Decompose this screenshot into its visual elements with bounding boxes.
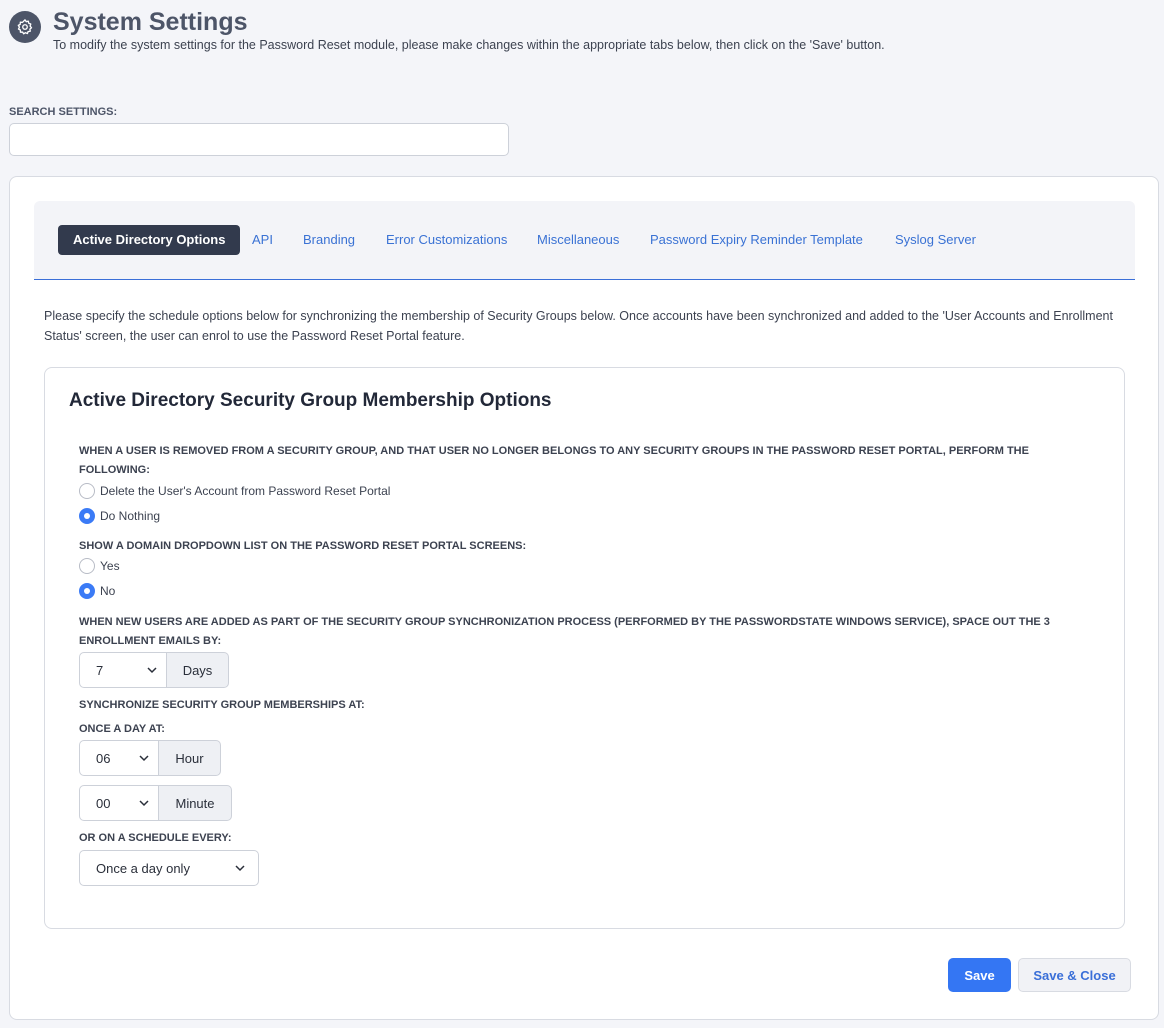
select-value: 00 bbox=[96, 795, 111, 811]
radio-label: No bbox=[100, 584, 116, 598]
radio-label: Do Nothing bbox=[100, 509, 161, 523]
radio-circle-checked bbox=[79, 583, 95, 599]
save-button[interactable]: Save bbox=[948, 958, 1011, 992]
chevron-down-icon bbox=[139, 755, 149, 762]
removed-user-label: WHEN A USER IS REMOVED FROM A SECURITY G… bbox=[79, 445, 1029, 476]
section-title: Active Directory Security Group Membersh… bbox=[69, 390, 552, 411]
search-input[interactable] bbox=[9, 123, 509, 156]
radio-label: Yes bbox=[100, 559, 120, 573]
intro-text: Please specify the schedule options belo… bbox=[44, 309, 1113, 343]
membership-options-card: Active Directory Security Group Membersh… bbox=[44, 367, 1125, 929]
search-label: SEARCH SETTINGS: bbox=[9, 106, 118, 118]
chevron-down-icon bbox=[235, 865, 245, 872]
minute-select[interactable]: 00 bbox=[79, 785, 159, 821]
chevron-down-icon bbox=[147, 667, 157, 674]
minute-group: 00 Minute bbox=[79, 785, 232, 821]
tab-api[interactable]: API bbox=[252, 225, 273, 255]
hour-group: 06 Hour bbox=[79, 740, 221, 776]
tab-error-customizations[interactable]: Error Customizations bbox=[386, 225, 507, 255]
tab-branding[interactable]: Branding bbox=[303, 225, 355, 255]
tab-miscellaneous[interactable]: Miscellaneous bbox=[537, 225, 619, 255]
chevron-down-icon bbox=[139, 800, 149, 807]
radio-no[interactable]: No bbox=[79, 583, 115, 599]
once-a-day-label: ONCE A DAY AT: bbox=[79, 723, 165, 735]
radio-do-nothing[interactable]: Do Nothing bbox=[79, 508, 160, 524]
schedule-label: OR ON A SCHEDULE EVERY: bbox=[79, 832, 232, 844]
radio-delete-account[interactable]: Delete the User's Account from Password … bbox=[79, 483, 390, 499]
radio-circle bbox=[79, 483, 95, 499]
radio-circle bbox=[79, 558, 95, 574]
days-addon: Days bbox=[167, 652, 229, 688]
radio-yes[interactable]: Yes bbox=[79, 558, 120, 574]
schedule-select[interactable]: Once a day only bbox=[79, 850, 259, 886]
tab-bar: Active Directory Options API Branding Er… bbox=[34, 201, 1135, 280]
enrollment-emails-label: WHEN NEW USERS ARE ADDED AS PART OF THE … bbox=[79, 616, 1050, 647]
page-subtitle: To modify the system settings for the Pa… bbox=[53, 38, 885, 52]
enrollment-days-select[interactable]: 7 bbox=[79, 652, 167, 688]
enrollment-days-group: 7 Days bbox=[79, 652, 229, 688]
minute-addon: Minute bbox=[159, 785, 232, 821]
tab-active-directory-options[interactable]: Active Directory Options bbox=[58, 225, 241, 255]
page-title: System Settings bbox=[53, 8, 248, 36]
select-value: Once a day only bbox=[96, 860, 190, 876]
tab-password-expiry-reminder-template[interactable]: Password Expiry Reminder Template bbox=[650, 225, 863, 255]
gear-icon bbox=[9, 11, 41, 43]
domain-dropdown-label: SHOW A DOMAIN DROPDOWN LIST ON THE PASSW… bbox=[79, 540, 527, 552]
hour-select[interactable]: 06 bbox=[79, 740, 159, 776]
sync-label: SYNCHRONIZE SECURITY GROUP MEMBERSHIPS A… bbox=[79, 699, 365, 711]
tab-syslog-server[interactable]: Syslog Server bbox=[895, 225, 976, 255]
save-close-button[interactable]: Save & Close bbox=[1018, 958, 1131, 992]
settings-card: Active Directory Options API Branding Er… bbox=[9, 176, 1159, 1020]
select-value: 7 bbox=[96, 662, 104, 678]
radio-label: Delete the User's Account from Password … bbox=[100, 484, 391, 498]
radio-circle-checked bbox=[79, 508, 95, 524]
hour-addon: Hour bbox=[159, 740, 221, 776]
select-value: 06 bbox=[96, 750, 111, 766]
